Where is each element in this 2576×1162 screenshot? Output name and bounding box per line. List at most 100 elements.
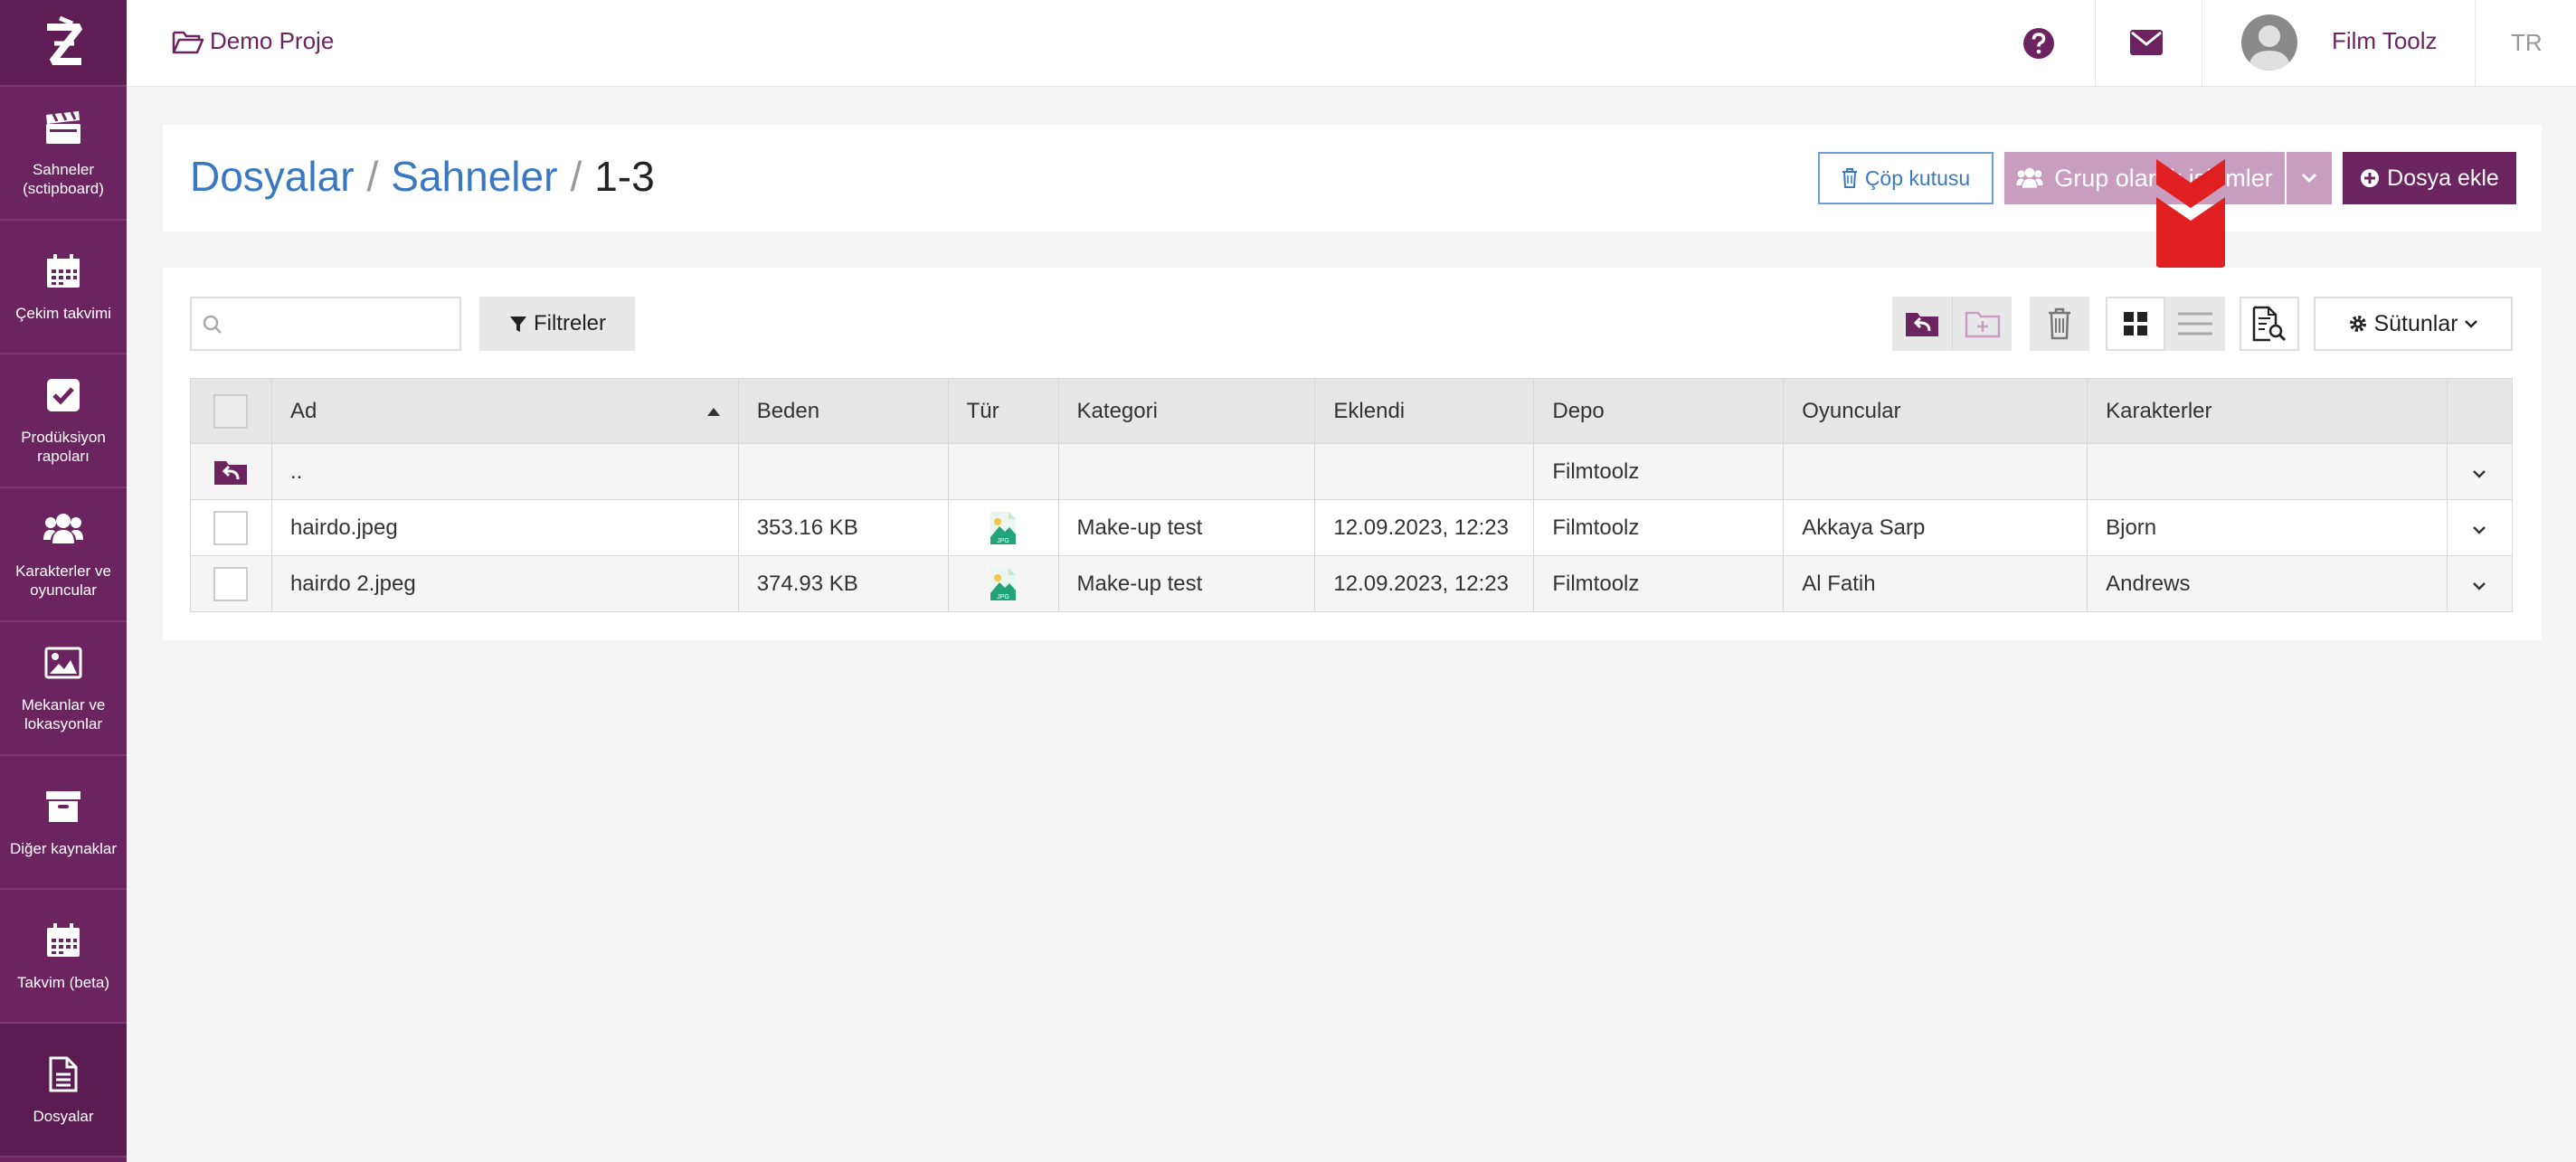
table-cell-actors: Al Fatih (1783, 555, 2088, 612)
row-checkbox[interactable] (213, 566, 249, 601)
users-icon (2016, 167, 2043, 188)
table-cell (190, 555, 272, 612)
column-header-label: Eklendi (1333, 398, 1406, 423)
column-header-size[interactable]: Beden (737, 378, 949, 444)
group-actions-dropdown-toggle[interactable] (2287, 152, 2332, 204)
folder-plus-icon (1965, 311, 2000, 338)
filters-button[interactable]: Filtreler (479, 297, 635, 351)
sidebar-item-other-resources[interactable]: Diğer kaynaklar (0, 756, 127, 890)
row-checkbox[interactable] (213, 510, 249, 545)
preview-button[interactable] (2240, 297, 2299, 351)
top-bar: Demo Proje Film Toolz TR (127, 0, 2576, 87)
column-header-name[interactable]: Ad (270, 378, 739, 444)
sidebar-item-label: Sahneler (sctipboard) (23, 161, 104, 197)
columns-button[interactable]: Sütunlar (2314, 297, 2513, 351)
column-header-type[interactable]: Tür (947, 378, 1059, 444)
sidebar-item-calendar-beta[interactable]: Takvim (beta) (0, 890, 127, 1024)
sidebar-item-scenes[interactable]: Sahneler (sctipboard) (0, 87, 127, 221)
table-cell (190, 499, 272, 556)
select-all-cell (190, 378, 272, 444)
row-expand-toggle[interactable] (2446, 555, 2514, 612)
sidebar-item-label: Mekanlar ve lokasyonlar (21, 696, 106, 732)
add-file-button[interactable]: Dosya ekle (2343, 152, 2516, 204)
trash-label: Çöp kutusu (1864, 165, 1971, 190)
language-switcher[interactable]: TR (2511, 29, 2543, 57)
sidebar-item-label: Dosyalar (33, 1107, 94, 1125)
project-selector[interactable]: Demo Proje (172, 27, 334, 55)
sidebar-item-shooting-schedule[interactable]: Çekim takvimi (0, 221, 127, 354)
group-actions-button[interactable]: Grup olarak işlemler (2004, 152, 2285, 204)
sidebar-item-locations[interactable]: Mekanlar ve lokasyonlar (0, 622, 127, 756)
document-icon (43, 1054, 83, 1094)
breadcrumb-current: 1-3 (594, 153, 655, 200)
chevron-down-icon (2464, 320, 2477, 328)
table-cell-storage: Filmtoolz (1533, 443, 1785, 500)
table-cell-name[interactable]: .. (270, 443, 739, 500)
table-cell-size: 353.16 KB (737, 499, 949, 556)
search-icon (203, 315, 222, 334)
trash-button[interactable]: Çöp kutusu (1818, 152, 1994, 204)
app-logo[interactable] (0, 0, 127, 87)
column-header-actors[interactable]: Oyuncular (1783, 378, 2088, 444)
grid-view-button[interactable] (2106, 297, 2165, 351)
table-cell-type: JPG (947, 499, 1059, 556)
breadcrumb-scenes[interactable]: Sahneler (391, 153, 557, 200)
add-file-label: Dosya ekle (2387, 165, 2499, 191)
table-cell-name[interactable]: hairdo 2.jpeg (270, 555, 739, 612)
column-header-category[interactable]: Kategori (1057, 378, 1316, 444)
table-cell (1783, 443, 2088, 500)
sidebar-item-characters[interactable]: Karakterler ve oyuncular (0, 488, 127, 622)
table-cell-characters: Andrews (2087, 555, 2448, 612)
delete-button[interactable] (2030, 297, 2089, 351)
folder-up-icon[interactable] (213, 458, 249, 487)
sidebar-item-files[interactable]: Dosyalar (0, 1024, 127, 1157)
file-table: Ad Beden Tür Kategori Eklendi Depo Oyunc… (190, 378, 2514, 612)
search-input[interactable] (232, 306, 449, 342)
select-all-checkbox[interactable] (213, 393, 249, 429)
image-icon (43, 643, 83, 683)
folder-open-icon (172, 31, 204, 53)
table-cell-added: 12.09.2023, 12:23 (1314, 499, 1535, 556)
project-name: Demo Proje (210, 27, 335, 54)
folder-up-icon (1906, 313, 1938, 336)
breadcrumb-separator: / (366, 153, 379, 200)
avatar[interactable] (2241, 14, 2297, 71)
column-header-actions (2446, 378, 2514, 444)
mail-icon[interactable] (2129, 29, 2164, 61)
file-browser: Filtreler Sütunlar Ad Beden Tür Kategori… (163, 268, 2542, 640)
breadcrumb-separator: / (570, 153, 582, 200)
search-box[interactable] (190, 297, 461, 351)
table-cell-name[interactable]: hairdo.jpeg (270, 499, 739, 556)
row-expand-toggle[interactable] (2446, 443, 2514, 500)
filters-label: Filtreler (533, 311, 606, 335)
column-header-added[interactable]: Eklendi (1314, 378, 1535, 444)
table-cell (947, 443, 1059, 500)
filter-icon (509, 316, 526, 332)
folder-up-button[interactable] (1892, 297, 1952, 351)
file-type-label: JPG (997, 594, 1009, 600)
breadcrumb-files[interactable]: Dosyalar (190, 153, 355, 200)
row-expand-toggle[interactable] (2446, 499, 2514, 556)
new-folder-button[interactable] (1952, 297, 2012, 351)
table-cell-added: 12.09.2023, 12:23 (1314, 555, 1535, 612)
table-cell (737, 443, 949, 500)
logo-mark (47, 15, 83, 65)
table-row[interactable]: hairdo.jpeg 353.16 KB JPG Make-up test 1… (190, 499, 2514, 556)
table-cell (1314, 443, 1535, 500)
table-cell-category: Make-up test (1057, 499, 1316, 556)
chevron-down-icon (2473, 525, 2486, 534)
sidebar-item-production-reports[interactable]: Prodüksiyon rapoları (0, 354, 127, 488)
column-header-storage[interactable]: Depo (1533, 378, 1785, 444)
column-header-label: Ad (289, 398, 317, 423)
divider (2095, 0, 2096, 87)
help-icon[interactable] (2022, 27, 2055, 64)
table-row[interactable]: hairdo 2.jpeg 374.93 KB JPG Make-up test… (190, 555, 2514, 612)
sidebar-item-label: Karakterler ve oyuncular (15, 562, 111, 599)
gear-icon (2350, 316, 2367, 332)
table-header-row: Ad Beden Tür Kategori Eklendi Depo Oyunc… (190, 378, 2514, 444)
table-row-parent-folder[interactable]: .. Filmtoolz (190, 443, 2514, 500)
column-header-characters[interactable]: Karakterler (2087, 378, 2448, 444)
user-name[interactable]: Film Toolz (2332, 27, 2438, 55)
chevron-down-icon (2473, 581, 2486, 590)
list-view-button[interactable] (2165, 297, 2225, 351)
